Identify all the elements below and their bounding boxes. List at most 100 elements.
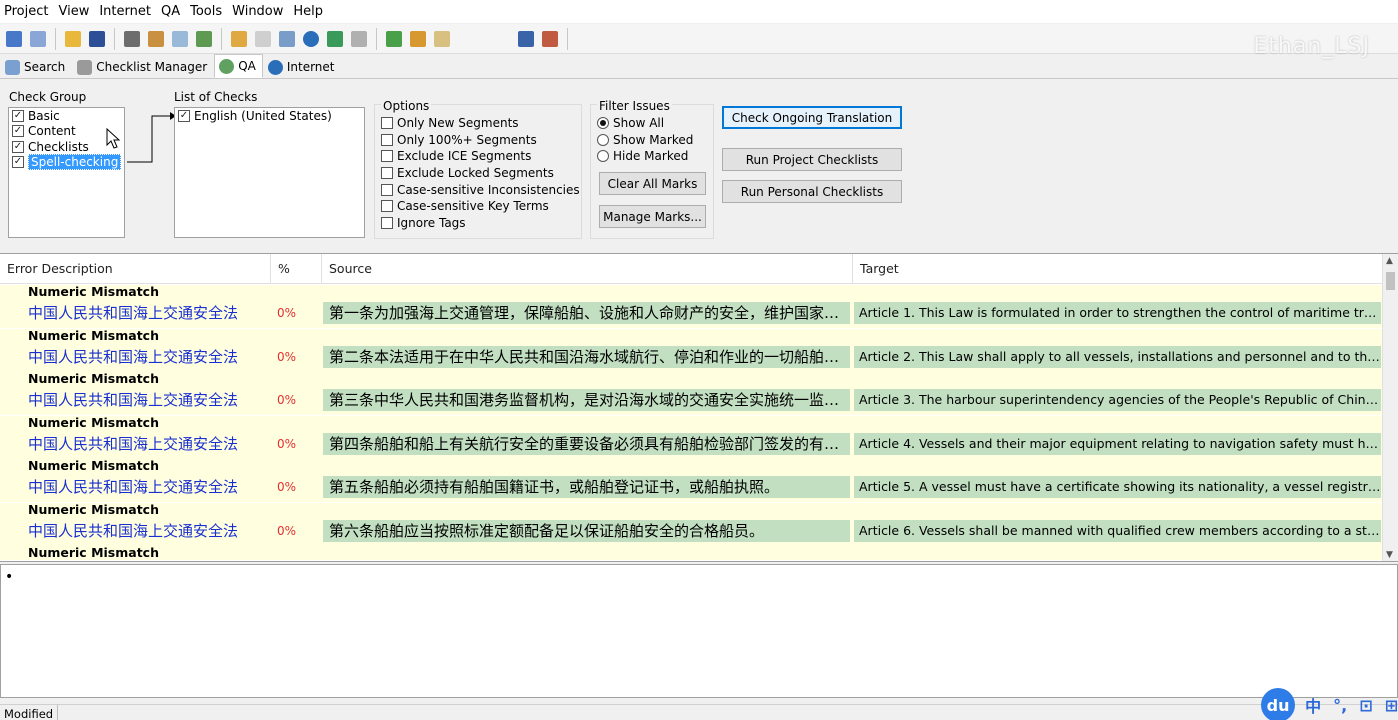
issue-type-row[interactable]: Numeric Mismatch <box>0 546 1382 560</box>
filter-option[interactable]: Hide Marked <box>591 148 713 165</box>
table-row[interactable]: 中国人民共和国海上交通安全法 0% 第六条船舶应当按照标准定额配备足以保证船舶安全的… <box>0 516 1382 546</box>
tab-search[interactable]: Search <box>0 56 72 78</box>
filter-option[interactable]: Show All <box>591 115 713 132</box>
option-item[interactable]: Exclude ICE Segments <box>375 148 581 165</box>
menu-view[interactable]: View <box>54 0 95 23</box>
col-source[interactable]: Source <box>322 254 853 284</box>
table-row[interactable]: 中国人民共和国海上交通安全法 0% 第四条船舶和船上有关航行安全的重要设备必须具有船… <box>0 429 1382 459</box>
option-item[interactable]: Case-sensitive Key Terms <box>375 198 581 215</box>
menu-help[interactable]: Help <box>289 0 329 23</box>
edit-icon[interactable] <box>193 28 215 50</box>
checkbox-icon[interactable] <box>381 117 393 130</box>
target-cell[interactable]: Article 4. Vessels and their major equip… <box>854 432 1381 455</box>
qa-results-grid[interactable]: Error Description % Source Target Numeri… <box>0 253 1398 562</box>
check-item[interactable]: ✓ English (United States) <box>175 108 364 124</box>
tab-checklist-manager[interactable]: Checklist Manager <box>72 56 214 78</box>
check-group-item[interactable]: ✓ Basic <box>9 108 124 124</box>
users-icon[interactable] <box>539 28 561 50</box>
search-icon[interactable] <box>300 28 322 50</box>
ime-logo[interactable]: du <box>1261 688 1296 720</box>
spellcheck-icon[interactable] <box>383 28 405 50</box>
checkbox-icon[interactable] <box>381 216 393 229</box>
target-cell[interactable]: Article 5. A vessel must have a certific… <box>854 476 1381 498</box>
open-folder-icon[interactable] <box>62 28 84 50</box>
ime-punctuation-toggle[interactable]: °, <box>1333 696 1347 715</box>
translate-icon[interactable] <box>145 28 167 50</box>
check-group-item[interactable]: ✓ Spell-checking <box>9 154 124 171</box>
target-cell[interactable]: Article 1. This Law is formulated in ord… <box>854 302 1381 324</box>
checkbox-icon[interactable] <box>381 167 393 180</box>
stamp-icon[interactable] <box>407 28 429 50</box>
ime-keyboard-icon[interactable]: ⊡ <box>1359 696 1372 715</box>
project-icon[interactable] <box>121 28 143 50</box>
target-cell[interactable]: Article 3. The harbour superintendency a… <box>854 389 1381 411</box>
radio-icon[interactable] <box>597 133 609 146</box>
issue-type-row[interactable]: Numeric Mismatch <box>0 415 1382 430</box>
tree-icon[interactable] <box>515 28 537 50</box>
checkbox-icon[interactable]: ✓ <box>12 125 24 138</box>
checkbox-icon[interactable]: ✓ <box>12 156 24 169</box>
menu-internet[interactable]: Internet <box>95 0 157 23</box>
marker-icon[interactable] <box>431 28 453 50</box>
option-item[interactable]: Only New Segments <box>375 115 581 132</box>
issue-type-row[interactable]: Numeric Mismatch <box>0 285 1382 299</box>
source-cell[interactable]: 第六条船舶应当按照标准定额配备足以保证船舶安全的合格船员。 <box>323 519 850 542</box>
checkbox-icon[interactable] <box>381 183 393 196</box>
check-group-list[interactable]: ✓ Basic ✓ Content ✓ Checklists ✓ Spell-checking <box>8 107 125 238</box>
run-personal-checklists-button[interactable]: Run Personal Checklists <box>722 180 902 203</box>
checkbox-icon[interactable] <box>381 150 393 163</box>
table-row[interactable]: 中国人民共和国海上交通安全法 0% 第二条本法适用于在中华人民共和国沿海水域航行、停… <box>0 342 1382 372</box>
qa-check-icon[interactable] <box>324 28 346 50</box>
col-target[interactable]: Target <box>853 254 1382 284</box>
run-project-checklists-button[interactable]: Run Project Checklists <box>722 148 902 171</box>
find-icon[interactable] <box>276 28 298 50</box>
source-cell[interactable]: 第三条中华人民共和国港务监督机构，是对沿海水域的交通安全实施统一监督管理的主管机… <box>323 389 850 411</box>
error-description-cell[interactable]: 中国人民共和国海上交通安全法 <box>28 433 260 455</box>
source-cell[interactable]: 第四条船舶和船上有关航行安全的重要设备必须具有船舶检验部门签发的有效技术证书。 <box>323 432 850 455</box>
option-item[interactable]: Exclude Locked Segments <box>375 165 581 182</box>
source-cell[interactable]: 第一条为加强海上交通管理，保障船舶、设施和人命财产的安全，维护国家权益，特制定本… <box>323 302 850 324</box>
page-icon[interactable] <box>252 28 274 50</box>
menu-tools[interactable]: Tools <box>186 0 228 23</box>
scroll-up-icon[interactable]: ▲ <box>1386 256 1393 266</box>
error-description-cell[interactable]: 中国人民共和国海上交通安全法 <box>28 346 260 368</box>
col-error-description[interactable]: Error Description <box>0 254 271 284</box>
segment-editor[interactable]: • <box>0 564 1398 698</box>
undo-icon[interactable] <box>3 28 25 50</box>
option-item[interactable]: Ignore Tags <box>375 215 581 232</box>
menu-project[interactable]: Project <box>0 0 54 23</box>
ime-grid-icon[interactable]: ⊞ <box>1385 696 1398 715</box>
issue-type-row[interactable]: Numeric Mismatch <box>0 328 1382 343</box>
checkbox-icon[interactable]: ✓ <box>12 140 24 153</box>
menu-qa[interactable]: QA <box>157 0 186 23</box>
issue-type-row[interactable]: Numeric Mismatch <box>0 372 1382 386</box>
source-cell[interactable]: 第五条船舶必须持有船舶国籍证书，或船舶登记证书，或船舶执照。 <box>323 476 850 498</box>
target-cell[interactable]: Article 6. Vessels shall be manned with … <box>854 519 1381 542</box>
table-row[interactable]: 中国人民共和国海上交通安全法 0% 第五条船舶必须持有船舶国籍证书，或船舶登记证书，… <box>0 473 1382 502</box>
manage-marks-button[interactable]: Manage Marks... <box>599 205 706 228</box>
source-cell[interactable]: 第二条本法适用于在中华人民共和国沿海水域航行、停泊和作业的一切船舶、设施和人员。 <box>323 345 850 368</box>
radio-icon[interactable] <box>597 150 609 163</box>
table-row[interactable]: 中国人民共和国海上交通安全法 0% 第三条中华人民共和国港务监督机构，是对沿海水域的… <box>0 386 1382 415</box>
check-ongoing-translation-button[interactable]: Check Ongoing Translation <box>722 106 902 129</box>
document-icon[interactable] <box>169 28 191 50</box>
ime-language-toggle[interactable]: 中 <box>1305 693 1321 717</box>
checkbox-icon[interactable]: ✓ <box>178 109 190 122</box>
list-icon[interactable] <box>348 28 370 50</box>
issue-type-row[interactable]: Numeric Mismatch <box>0 502 1382 517</box>
scroll-down-icon[interactable]: ▼ <box>1386 550 1393 560</box>
option-item[interactable]: Case-sensitive Inconsistencies <box>375 181 581 198</box>
redo-icon[interactable] <box>27 28 49 50</box>
radio-icon[interactable] <box>597 117 609 130</box>
error-description-cell[interactable]: 中国人民共和国海上交通安全法 <box>28 520 260 542</box>
vertical-scrollbar[interactable]: ▲ ▼ <box>1382 254 1398 561</box>
checkbox-icon[interactable] <box>381 200 393 213</box>
error-description-cell[interactable]: 中国人民共和国海上交通安全法 <box>28 302 260 324</box>
tab-qa[interactable]: QA <box>214 54 263 78</box>
checkbox-icon[interactable] <box>381 133 393 146</box>
menu-window[interactable]: Window <box>228 0 289 23</box>
tab-internet[interactable]: Internet <box>263 56 342 78</box>
checkbox-icon[interactable]: ✓ <box>12 109 24 122</box>
table-row[interactable]: 中国人民共和国海上交通安全法 0% 第一条为加强海上交通管理，保障船舶、设施和人命财… <box>0 299 1382 328</box>
filter-option[interactable]: Show Marked <box>591 132 713 149</box>
